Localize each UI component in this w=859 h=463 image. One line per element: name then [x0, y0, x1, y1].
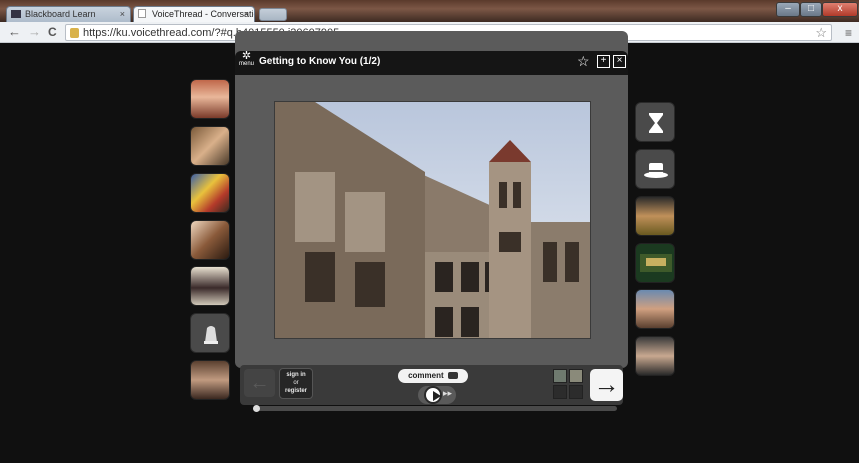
hat-button[interactable] [635, 149, 675, 189]
previous-slide-button[interactable]: ← [244, 369, 275, 397]
commenter-avatar[interactable] [190, 173, 230, 213]
commenter-avatar[interactable] [190, 79, 230, 119]
menu-button[interactable]: ✲ menu [239, 51, 255, 68]
page-favicon-icon [138, 9, 146, 18]
commenter-avatar[interactable] [190, 220, 230, 260]
speech-bubble-icon [447, 372, 458, 380]
comment-button[interactable]: comment [398, 369, 468, 383]
arrow-left-icon: ← [249, 372, 270, 394]
tab-title: Blackboard Learn [25, 9, 96, 19]
slide-image[interactable] [274, 101, 591, 339]
slide-thumbnail[interactable] [553, 385, 567, 399]
thimble-icon [204, 326, 218, 344]
close-window-button[interactable]: x [822, 2, 858, 17]
hourglass-button[interactable] [635, 102, 675, 142]
commenter-avatar[interactable] [190, 266, 230, 306]
sign-in-button[interactable]: sign in or register [279, 368, 313, 399]
comment-label: comment [408, 371, 444, 380]
tab-blackboard[interactable]: Blackboard Learn × [6, 6, 131, 22]
tab-close-icon[interactable]: × [244, 7, 249, 21]
commenter-avatar[interactable] [635, 196, 675, 236]
blackboard-favicon-icon [11, 10, 21, 18]
browser-titlebar: Blackboard Learn × VoiceThread - Convers… [0, 0, 859, 22]
viewer-header: ✲ menu Getting to Know You (1/2) ☆ + × [235, 51, 628, 75]
sign-in-label: sign in [286, 372, 306, 378]
fast-forward-icon: ▸▸ [443, 388, 453, 398]
slide-thumbnail[interactable] [569, 369, 583, 383]
close-icon[interactable]: × [613, 55, 626, 68]
menu-label: menu [239, 61, 255, 67]
commenter-avatar[interactable] [635, 289, 675, 329]
thimble-avatar[interactable] [190, 313, 230, 353]
maximize-button[interactable]: □ [800, 2, 822, 17]
tab-close-icon[interactable]: × [120, 7, 125, 21]
play-button[interactable]: ▸▸ [418, 386, 456, 404]
browser-menu-icon[interactable]: ≡ [845, 26, 852, 40]
commenter-avatar[interactable] [190, 126, 230, 166]
voicethread-title: Getting to Know You (1/2) [259, 56, 381, 67]
bookmark-star-icon[interactable]: ☆ [815, 25, 827, 41]
register-label: register [284, 388, 307, 394]
hat-icon [644, 163, 668, 178]
tab-title: VoiceThread - Conversatio [152, 9, 255, 19]
next-slide-button[interactable]: → [590, 369, 623, 401]
ku-logo-icon [640, 254, 672, 272]
slide-thumbnail[interactable] [569, 385, 583, 399]
arrow-right-icon: → [593, 369, 620, 399]
reload-icon[interactable]: C [48, 25, 57, 39]
tab-voicethread[interactable]: VoiceThread - Conversatio × [133, 6, 255, 22]
edit-icon[interactable]: + [597, 55, 610, 68]
hourglass-icon [649, 113, 663, 133]
minimize-button[interactable]: – [776, 2, 800, 17]
lock-icon [70, 28, 79, 38]
star-icon[interactable]: ☆ [577, 54, 590, 68]
slide-thumbnail[interactable] [553, 369, 567, 383]
commenter-avatar[interactable] [635, 336, 675, 376]
new-tab-button[interactable] [259, 8, 287, 21]
scrubber-handle[interactable] [253, 405, 260, 412]
play-icon [424, 386, 442, 404]
sign-in-or-label: or [293, 380, 299, 386]
timeline-scrubber[interactable] [253, 405, 617, 412]
back-icon[interactable]: ← [8, 25, 21, 39]
commenter-avatar[interactable] [635, 243, 675, 283]
commenter-avatar[interactable] [190, 360, 230, 400]
building-photo [275, 102, 590, 338]
forward-icon[interactable]: → [28, 25, 41, 39]
